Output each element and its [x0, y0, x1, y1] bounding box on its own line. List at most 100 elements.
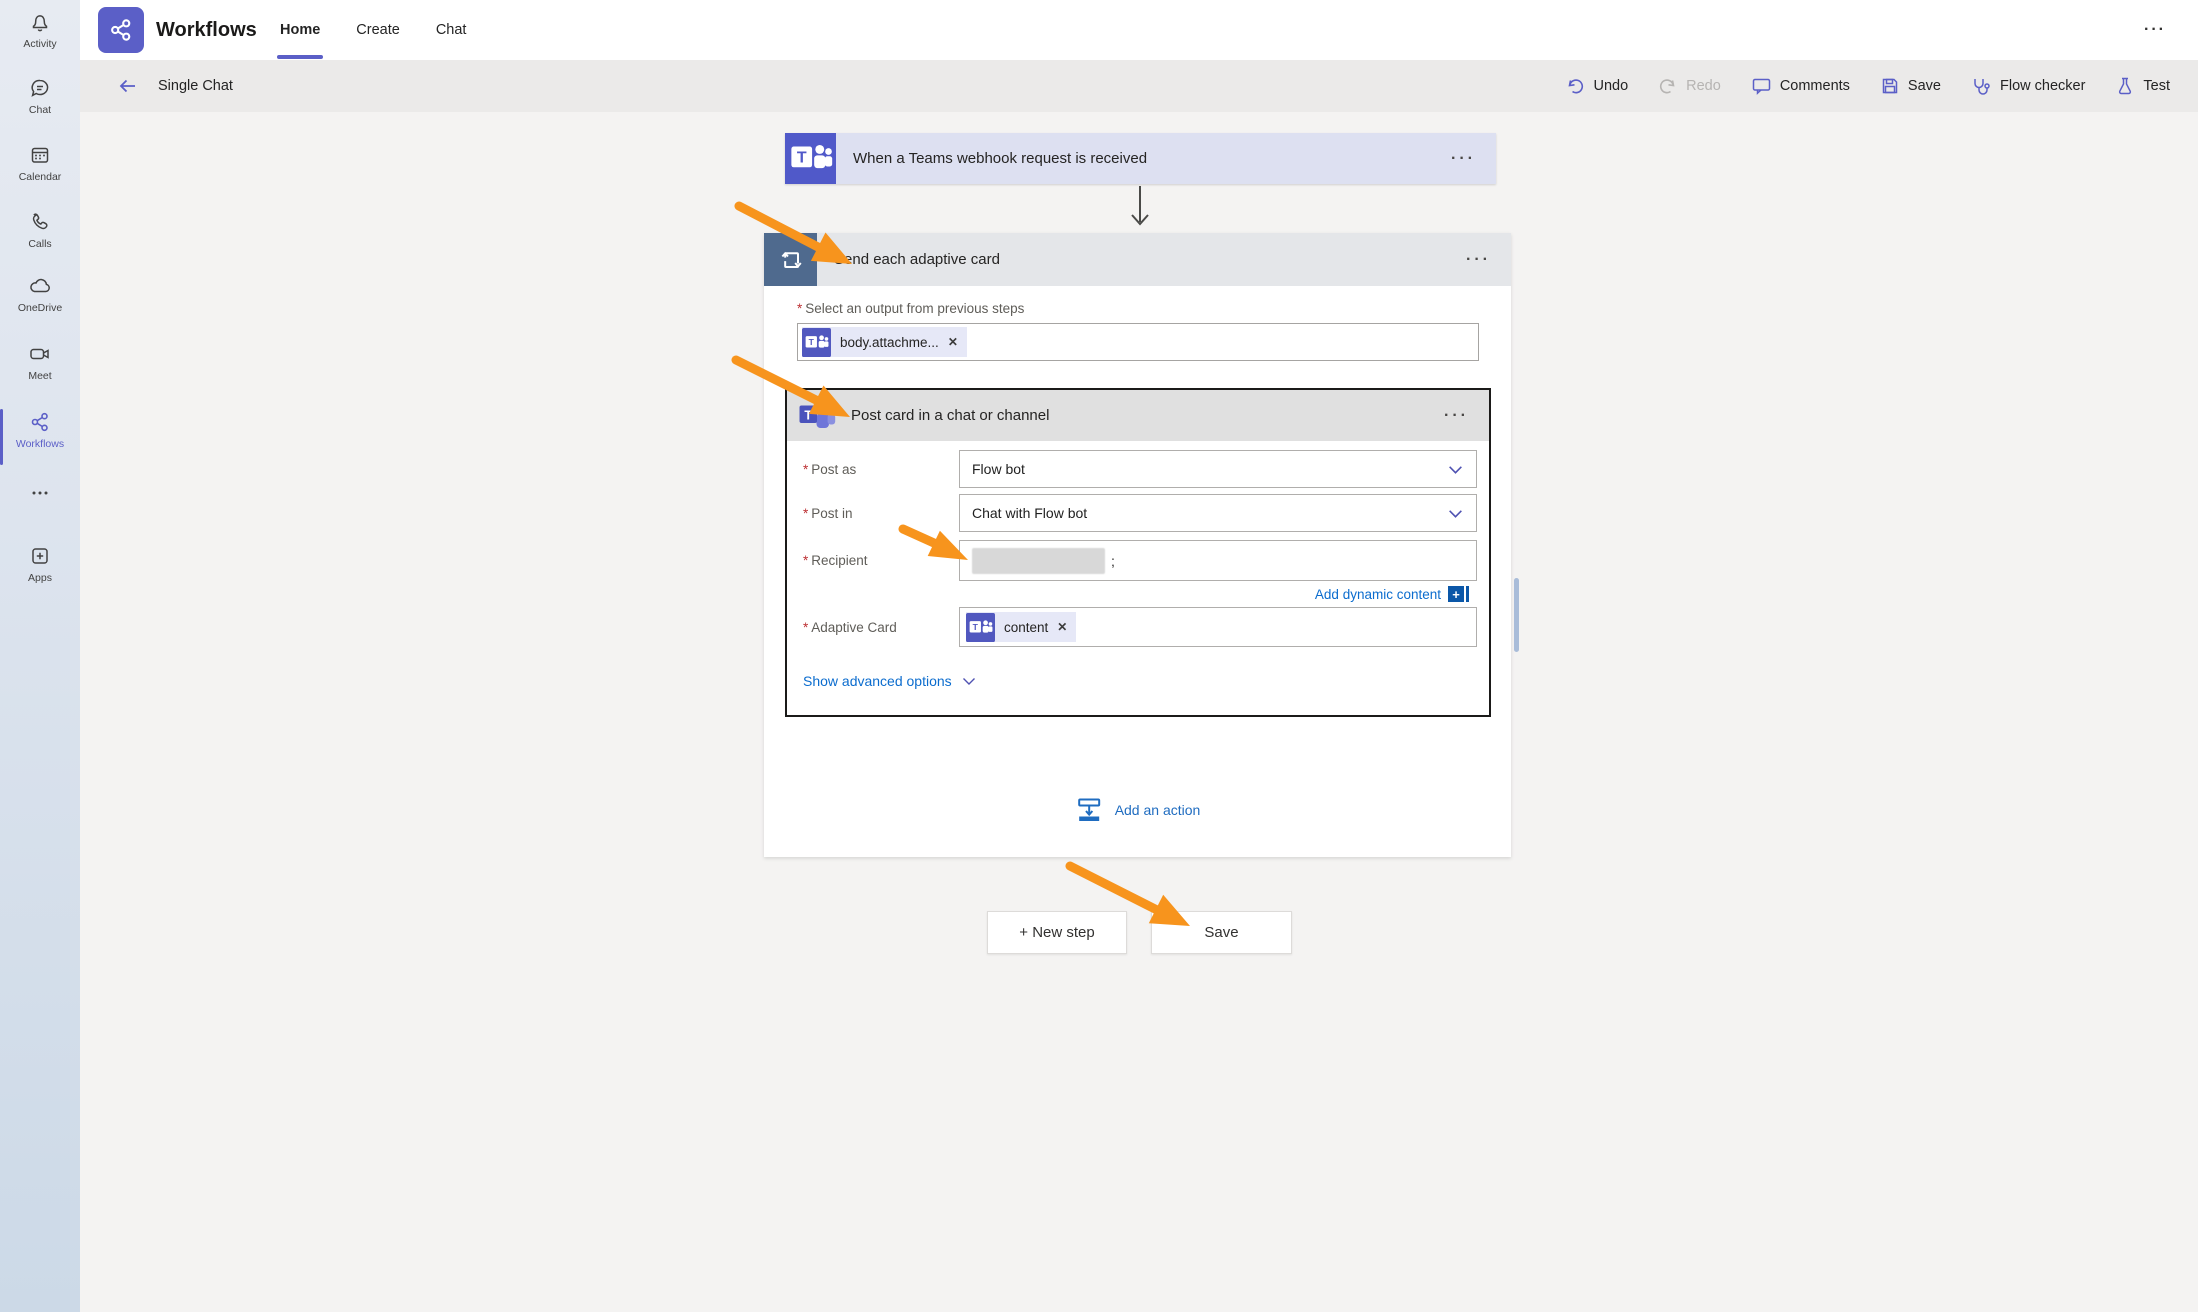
redo-button[interactable]: Redo — [1658, 76, 1721, 96]
required-marker: * — [803, 620, 808, 635]
undo-button[interactable]: Undo — [1565, 76, 1628, 96]
sidebar-item-label: Meet — [28, 370, 51, 382]
chat-bubble-icon — [28, 76, 52, 100]
tab-create[interactable]: Create — [356, 0, 400, 60]
sidebar-item-more[interactable] — [0, 486, 80, 504]
content-token-chip[interactable]: T content ✕ — [966, 612, 1076, 642]
add-an-action-link[interactable]: Add an action — [1075, 798, 1201, 822]
save-flow-button-label: Save — [1204, 924, 1238, 941]
bell-icon — [28, 10, 52, 34]
post-in-label-text: Post in — [811, 506, 852, 521]
sidebar-item-calls[interactable]: Calls — [0, 210, 80, 250]
app-tabs: Home Create Chat — [280, 0, 466, 60]
action-title: Post card in a chat or channel — [851, 407, 1444, 424]
sidebar-item-calendar[interactable]: Calendar — [0, 143, 80, 183]
chevron-down-icon — [1447, 461, 1464, 478]
toolbar-actions: Undo Redo Comments Save — [1565, 60, 2170, 112]
more-dots-icon — [28, 486, 52, 500]
trigger-menu-icon[interactable]: ··· — [1451, 150, 1476, 168]
chevron-down-icon — [1447, 505, 1464, 522]
undo-label: Undo — [1593, 78, 1628, 94]
field-row-adaptive-card: *Adaptive Card T content ✕ — [803, 607, 1477, 647]
sidebar-item-onedrive[interactable]: OneDrive — [0, 274, 80, 314]
field-row-recipient: *Recipient ; — [803, 540, 1477, 581]
trigger-card-teams-webhook[interactable]: T When a Teams webhook request is receiv… — [785, 133, 1496, 184]
output-token-label: body.attachme... — [840, 335, 939, 350]
add-an-action-label: Add an action — [1115, 802, 1201, 818]
post-as-value: Flow bot — [972, 461, 1025, 477]
recipient-input[interactable]: ; — [959, 540, 1477, 581]
post-as-dropdown[interactable]: Flow bot — [959, 450, 1477, 488]
field-row-post-as: *Post as Flow bot — [803, 450, 1477, 488]
app-more-options-icon[interactable]: ··· — [2144, 0, 2166, 60]
redacted-recipient-value — [972, 548, 1105, 574]
save-toolbar-button[interactable]: Save — [1880, 76, 1941, 96]
required-marker: * — [803, 462, 808, 477]
app-more-dots: ··· — [2144, 21, 2166, 39]
save-flow-button[interactable]: Save — [1151, 911, 1292, 954]
tab-chat[interactable]: Chat — [436, 0, 467, 60]
required-marker: * — [803, 506, 808, 521]
back-arrow-icon[interactable] — [116, 74, 140, 98]
field-row-post-in: *Post in Chat with Flow bot — [803, 494, 1477, 532]
svg-text:T: T — [797, 150, 807, 167]
tab-home-label: Home — [280, 22, 320, 38]
test-button[interactable]: Test — [2115, 76, 2170, 96]
add-dynamic-content-link[interactable]: Add dynamic content + — [1315, 586, 1469, 602]
scrollbar-thumb[interactable] — [1514, 578, 1519, 652]
sidebar-item-label: Calls — [28, 238, 51, 250]
sidebar-item-activity[interactable]: Activity — [0, 10, 80, 50]
svg-text:T: T — [973, 622, 979, 632]
token-close-icon[interactable]: ✕ — [948, 335, 958, 349]
select-output-label-text: Select an output from previous steps — [805, 301, 1024, 316]
sidebar-item-chat[interactable]: Chat — [0, 76, 80, 116]
sidebar-item-label: Apps — [28, 572, 52, 584]
comments-icon — [1751, 76, 1772, 96]
post-in-dropdown[interactable]: Chat with Flow bot — [959, 494, 1477, 532]
adaptive-card-input[interactable]: T content ✕ — [959, 607, 1477, 647]
apply-to-each-loop-icon — [764, 233, 817, 286]
flow-checker-button[interactable]: Flow checker — [1971, 76, 2085, 97]
apps-plus-icon — [28, 544, 52, 568]
plus-icon: + — [1448, 586, 1464, 602]
action-header[interactable]: T Post card in a chat or channel ··· — [787, 390, 1489, 441]
save-icon — [1880, 76, 1900, 96]
teams-icon: T — [785, 133, 836, 184]
app-title: Workflows — [156, 0, 257, 60]
workflows-app-logo[interactable] — [98, 7, 144, 53]
show-advanced-options-link[interactable]: Show advanced options — [803, 673, 977, 689]
recipient-label-text: Recipient — [811, 553, 867, 568]
app-title-text: Workflows — [156, 19, 257, 42]
tab-home[interactable]: Home — [280, 0, 320, 60]
cloud-icon — [27, 274, 53, 298]
test-label: Test — [2143, 78, 2170, 94]
token-close-icon[interactable]: ✕ — [1057, 620, 1067, 634]
output-token-chip[interactable]: T body.attachme... ✕ — [802, 327, 967, 357]
new-step-button[interactable]: + New step — [987, 911, 1127, 954]
scope-header[interactable]: Send each adaptive card ··· — [764, 233, 1511, 286]
action-card-post-card: T Post card in a chat or channel ··· *Po… — [785, 388, 1491, 717]
calendar-icon — [28, 143, 52, 167]
action-menu-icon[interactable]: ··· — [1444, 407, 1469, 425]
select-output-input[interactable]: T body.attachme... ✕ — [797, 323, 1479, 361]
comments-button[interactable]: Comments — [1751, 76, 1850, 96]
recipient-label: *Recipient — [803, 553, 959, 568]
svg-text:T: T — [804, 408, 812, 422]
save-toolbar-label: Save — [1908, 78, 1941, 94]
recipient-suffix: ; — [1111, 553, 1115, 569]
test-flask-icon — [2115, 76, 2135, 96]
sidebar-item-meet[interactable]: Meet — [0, 342, 80, 382]
flow-checker-label: Flow checker — [2000, 78, 2085, 94]
flow-checker-icon — [1971, 76, 1992, 97]
teams-left-rail: Activity Chat Calendar Calls OneDrive — [0, 0, 80, 1312]
sidebar-item-workflows[interactable]: Workflows — [0, 410, 80, 450]
sidebar-item-label: Chat — [29, 104, 51, 116]
tab-create-label: Create — [356, 22, 400, 38]
sidebar-item-apps[interactable]: Apps — [0, 544, 80, 584]
workflows-logo-icon — [107, 16, 135, 44]
show-advanced-options-label: Show advanced options — [803, 673, 952, 689]
scope-menu-icon[interactable]: ··· — [1466, 251, 1491, 269]
scope-title: Send each adaptive card — [834, 251, 1466, 268]
adaptive-card-label-text: Adaptive Card — [811, 620, 897, 635]
adaptive-card-label: *Adaptive Card — [803, 620, 959, 635]
